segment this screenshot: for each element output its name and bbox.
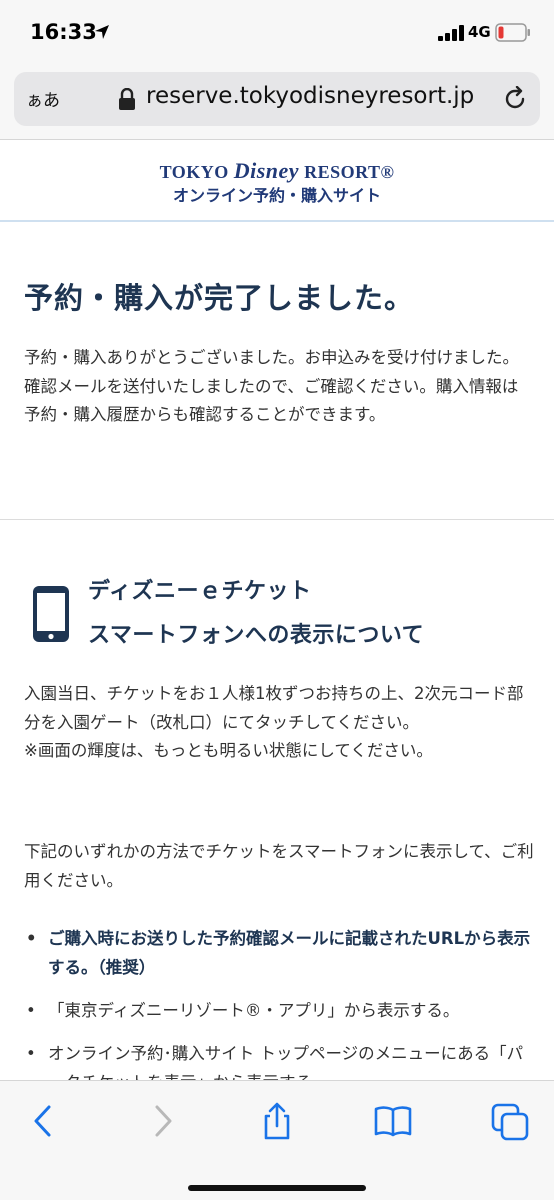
site-subtitle: オンライン予約・購入サイト [172,186,381,205]
address-bar[interactable]: ぁあ reserve.tokyodisneyresort.jp [14,72,540,126]
list-item: 「東京ディズニーリゾート®・アプリ」から表示する。 [24,996,534,1025]
display-methods-intro: 下記のいずれかの方法でチケットをスマートフォンに表示して、ご利用ください。 [24,842,534,890]
lock-icon [119,88,135,110]
bookmarks-icon[interactable] [373,1101,413,1141]
reader-options-button[interactable]: ぁあ [26,86,60,111]
reload-icon[interactable] [502,86,528,112]
usage-text: 入園当日、チケットをお１人様1枚ずつお持ちの上、2次元コード部分を入園ゲート（改… [24,684,524,732]
logo-tokyo: TOKYO [159,162,234,182]
battery-icon [495,23,530,42]
intro-text: 予約・購入ありがとうございました。お申込みを受け付けました。確認メールを送付いた… [24,348,519,424]
usage-instructions: 入園当日、チケットをお１人様1枚ずつお持ちの上、2次元コード部分を入園ゲート（改… [24,680,534,766]
section-title-line2: スマートフォンへの表示について [88,623,425,648]
status-time: 16:33 [30,20,97,44]
list-item: ご購入時にお送りした予約確認メールに記載されたURLから表示する。（推奨） [24,924,534,982]
section-title-line1: ディズニーｅチケット [88,579,312,604]
share-icon[interactable] [257,1101,297,1141]
section-divider [0,519,554,520]
status-bar: 16:33 4G [0,0,554,64]
smartphone-icon [33,586,69,642]
forward-icon[interactable] [142,1101,182,1141]
location-arrow-icon [95,25,109,39]
logo-resort: RESORT® [299,162,395,182]
cellular-signal-icon [438,25,464,41]
tabs-icon[interactable] [490,1101,530,1141]
site-logo[interactable]: TOKYO Disney RESORT® [0,158,554,184]
site-header: TOKYO Disney RESORT® オンライン予約・購入サイト [0,140,554,222]
network-type: 4G [468,23,491,41]
browser-toolbar [0,1080,554,1200]
url-text[interactable]: reserve.tokyodisneyresort.jp [146,83,474,109]
browser-chrome: ぁあ reserve.tokyodisneyresort.jp [0,64,554,140]
back-icon[interactable] [24,1101,64,1141]
logo-disney: Disney [233,158,300,183]
brightness-note: ※画面の輝度は、もっとも明るい状態にしてください。 [24,741,433,760]
page-title: 予約・購入が完了しました。 [24,281,415,315]
home-indicator [188,1185,366,1191]
